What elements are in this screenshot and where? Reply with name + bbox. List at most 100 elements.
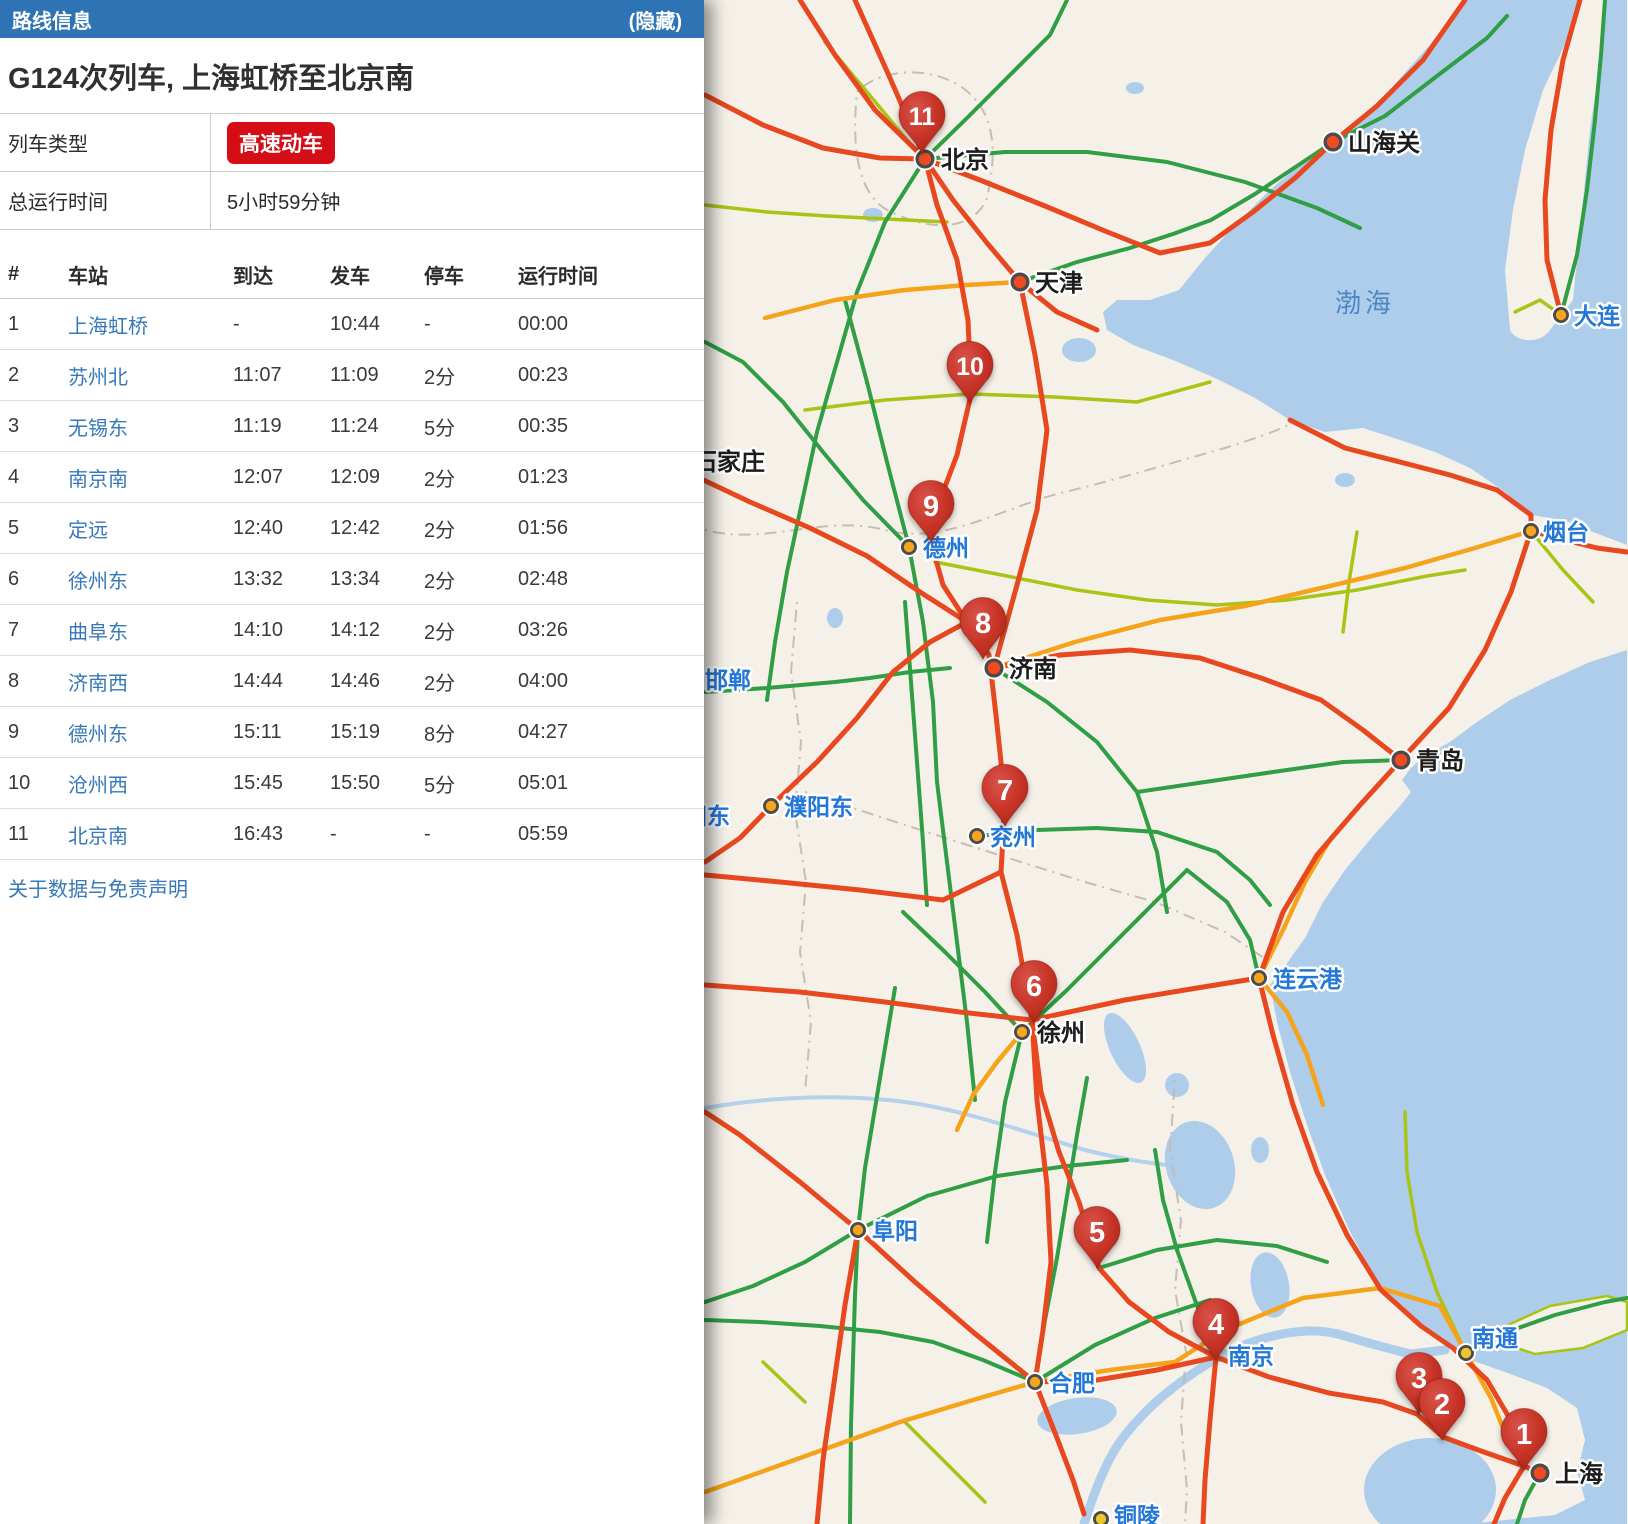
cell: 9	[8, 721, 68, 744]
cell: 10	[8, 772, 68, 795]
station-link[interactable]: 南京南	[68, 463, 233, 492]
station-row: 2苏州北11:0711:092分00:23	[0, 350, 704, 401]
city-dot-core	[1526, 526, 1536, 536]
route-info-panel: 路线信息 (隐藏) G124次列车, 上海虹桥至北京南 列车类型 高速动车 总运…	[0, 0, 704, 1524]
column-header: #	[8, 263, 68, 286]
city-dot-core	[853, 1225, 863, 1235]
cell: 6	[8, 568, 68, 591]
cell: 15:19	[330, 721, 424, 744]
route-marker-number: 4	[1208, 1309, 1224, 1341]
cell: 12:07	[233, 466, 330, 489]
station-link[interactable]: 徐州东	[68, 565, 233, 594]
cell: 15:45	[233, 772, 330, 795]
cell: -	[233, 313, 330, 336]
cell: 5分	[424, 769, 518, 798]
cell: 01:56	[518, 517, 704, 540]
city-dot-core	[1534, 1467, 1546, 1479]
small-lake	[1335, 473, 1355, 487]
cell: 3	[8, 415, 68, 438]
city-label-连云港: 连云港	[1273, 966, 1343, 992]
city-dot-core	[1461, 1348, 1471, 1358]
cell: 12:09	[330, 466, 424, 489]
hide-link[interactable]: (隐藏)	[629, 5, 682, 34]
small-lake	[1251, 1137, 1269, 1163]
cell: 05:59	[518, 823, 704, 846]
cell: 13:32	[233, 568, 330, 591]
station-row: 4南京南12:0712:092分01:23	[0, 452, 704, 503]
map[interactable]: 渤海 北京天津山海关大连烟台青岛石家庄邯郸安阳东濮阳东德州济南兖州徐州连云港阜阳…	[704, 0, 1628, 1524]
station-link[interactable]: 无锡东	[68, 412, 233, 441]
city-dot-core	[766, 801, 776, 811]
station-link[interactable]: 济南西	[68, 667, 233, 696]
station-row: 9德州东15:1115:198分04:27	[0, 707, 704, 758]
column-header: 车站	[68, 260, 233, 289]
city-dot-core	[1017, 1027, 1027, 1037]
city-label-安阳东: 安阳东	[704, 803, 730, 829]
cell: 11:24	[330, 415, 424, 438]
station-row: 6徐州东13:3213:342分02:48	[0, 554, 704, 605]
station-link[interactable]: 北京南	[68, 820, 233, 849]
cell: 03:26	[518, 619, 704, 642]
city-label-铜陵: 铜陵	[1114, 1503, 1161, 1524]
cell: 14:12	[330, 619, 424, 642]
timetable-header-row: #车站到达发车停车运行时间	[0, 250, 704, 299]
cell: 2分	[424, 616, 518, 645]
route-marker-number: 8	[975, 608, 991, 640]
route-marker-number: 7	[997, 775, 1013, 807]
cell: -	[330, 823, 424, 846]
cell: 5	[8, 517, 68, 540]
column-header: 停车	[424, 260, 518, 289]
station-link[interactable]: 沧州西	[68, 769, 233, 798]
total-time-row: 总运行时间 5小时59分钟	[0, 172, 704, 230]
route-marker-number: 10	[956, 353, 984, 381]
city-label-邯郸: 邯郸	[705, 667, 751, 693]
column-header: 发车	[330, 260, 424, 289]
timetable: #车站到达发车停车运行时间1上海虹桥-10:44-00:002苏州北11:071…	[0, 250, 704, 860]
cell: 12:40	[233, 517, 330, 540]
cell: 2分	[424, 361, 518, 390]
cell: 8分	[424, 718, 518, 747]
city-dot-core	[904, 542, 914, 552]
city-label-山海关: 山海关	[1348, 129, 1420, 157]
city-label-阜阳: 阜阳	[872, 1218, 918, 1244]
panel-title: 路线信息	[12, 5, 92, 34]
city-dot-core	[1014, 276, 1026, 288]
cell: 05:01	[518, 772, 704, 795]
cell: 1	[8, 313, 68, 336]
cell: 11:19	[233, 415, 330, 438]
cell: 01:23	[518, 466, 704, 489]
station-link[interactable]: 上海虹桥	[68, 310, 233, 339]
panel-header: 路线信息 (隐藏)	[0, 0, 704, 38]
city-label-石家庄: 石家庄	[704, 448, 765, 476]
station-link[interactable]: 曲阜东	[68, 616, 233, 645]
city-label-大连: 大连	[1574, 303, 1621, 329]
station-link[interactable]: 苏州北	[68, 361, 233, 390]
station-row: 8济南西14:4414:462分04:00	[0, 656, 704, 707]
cell: 04:27	[518, 721, 704, 744]
cell: 11:07	[233, 364, 330, 387]
city-label-上海: 上海	[1555, 1460, 1603, 1488]
city-label-兖州: 兖州	[990, 824, 1036, 850]
cell: 14:44	[233, 670, 330, 693]
city-dot-core	[1030, 1377, 1040, 1387]
city-label-濮阳东: 濮阳东	[784, 794, 853, 820]
train-type-row: 列车类型 高速动车	[0, 114, 704, 172]
disclaimer-link[interactable]: 关于数据与免责声明	[8, 873, 188, 902]
station-link[interactable]: 定远	[68, 514, 233, 543]
lake-luoma	[1165, 1073, 1189, 1097]
city-dot-core	[1096, 1514, 1106, 1524]
cell: 11:09	[330, 364, 424, 387]
cell: 5分	[424, 412, 518, 441]
station-row: 7曲阜东14:1014:122分03:26	[0, 605, 704, 656]
city-dot-core	[919, 153, 931, 165]
cell: 00:23	[518, 364, 704, 387]
cell: 2	[8, 364, 68, 387]
cell: 2分	[424, 667, 518, 696]
route-marker-number: 9	[923, 491, 939, 523]
station-row: 1上海虹桥-10:44-00:00	[0, 299, 704, 350]
cell: 2分	[424, 463, 518, 492]
station-link[interactable]: 德州东	[68, 718, 233, 747]
small-lake	[1126, 82, 1144, 94]
route-marker-number: 2	[1434, 1389, 1450, 1421]
total-time-value: 5小时59分钟	[210, 172, 704, 229]
